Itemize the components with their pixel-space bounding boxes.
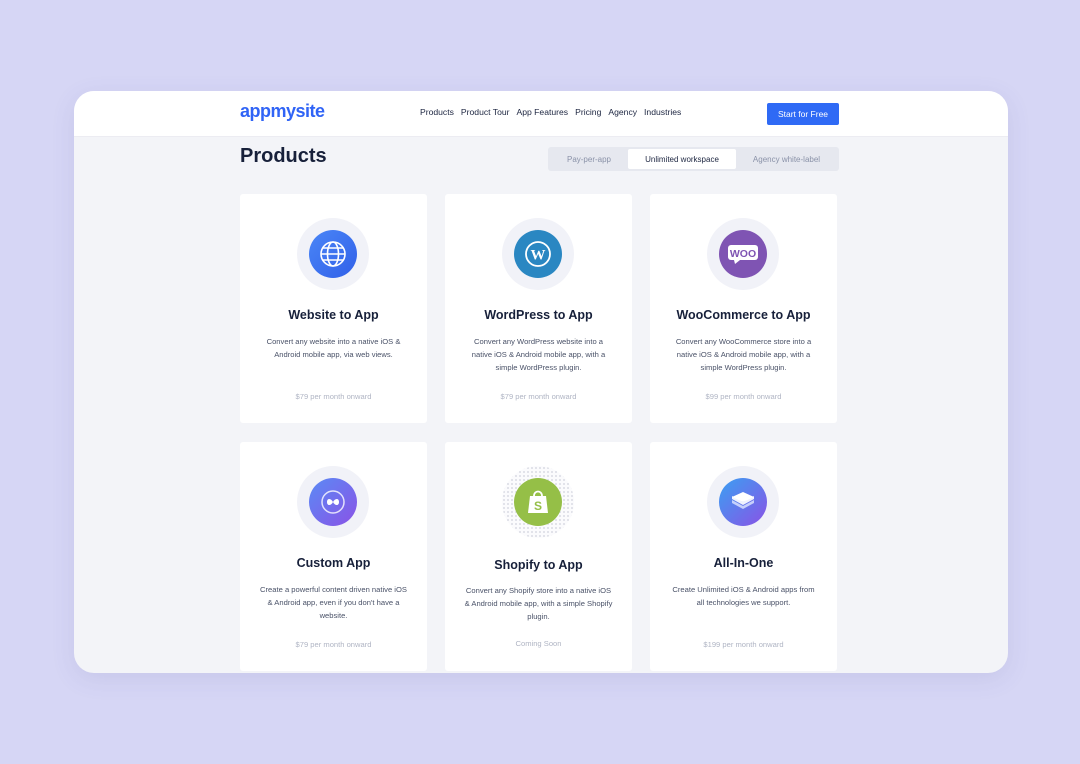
- svg-text:W: W: [531, 248, 546, 264]
- tab-unlimited-workspace[interactable]: Unlimited workspace: [628, 149, 736, 169]
- svg-text:S: S: [534, 499, 542, 513]
- nav-industries[interactable]: Industries: [644, 107, 681, 117]
- card-description: Convert any Shopify store into a native …: [464, 586, 613, 621]
- tab-pay-per-app[interactable]: Pay-per-app: [550, 149, 628, 169]
- product-card-custom-app[interactable]: Custom App Create a powerful content dri…: [240, 442, 427, 671]
- site-logo[interactable]: appmysite: [240, 101, 325, 122]
- product-card-website[interactable]: Website to App Convert any website into …: [240, 194, 427, 423]
- card-description: Convert any WordPress website into a nat…: [471, 337, 606, 372]
- card-title: Shopify to App: [494, 558, 583, 572]
- custom-app-icon: [309, 478, 357, 526]
- nav-products[interactable]: Products: [420, 107, 454, 117]
- icon-halo: [297, 218, 369, 290]
- site-header: appmysite Products Product Tour App Feat…: [74, 91, 1008, 137]
- wordpress-icon: W: [514, 230, 562, 278]
- icon-halo: [707, 466, 779, 538]
- nav-app-features[interactable]: App Features: [517, 107, 569, 117]
- card-description: Create a powerful content driven native …: [260, 585, 407, 620]
- card-price: $79 per month onward: [295, 640, 372, 649]
- plan-tabs: Pay-per-app Unlimited workspace Agency w…: [548, 147, 839, 171]
- svg-text:WOO: WOO: [730, 248, 756, 260]
- card-price: $199 per month onward: [703, 640, 784, 649]
- shopify-icon: S: [514, 478, 562, 526]
- card-title: All-In-One: [713, 556, 774, 570]
- product-card-wordpress[interactable]: W WordPress to App Convert any WordPress…: [445, 194, 632, 423]
- card-price: $79 per month onward: [500, 392, 577, 401]
- nav-product-tour[interactable]: Product Tour: [461, 107, 510, 117]
- card-price: $99 per month onward: [705, 392, 782, 401]
- start-free-button[interactable]: Start for Free: [767, 103, 839, 125]
- page-title: Products: [240, 145, 327, 167]
- card-title: Custom App: [296, 556, 371, 570]
- nav-agency[interactable]: Agency: [608, 107, 637, 117]
- woocommerce-icon: WOO: [719, 230, 767, 278]
- icon-halo: WOO: [707, 218, 779, 290]
- card-price: $79 per month onward: [295, 392, 372, 401]
- main-nav: Products Product Tour App Features Prici…: [420, 107, 688, 117]
- card-title: Website to App: [288, 308, 379, 322]
- card-title: WordPress to App: [484, 308, 593, 322]
- icon-halo: W: [502, 218, 574, 290]
- icon-halo: S: [502, 466, 574, 538]
- browser-window: appmysite Products Product Tour App Feat…: [74, 91, 1008, 673]
- nav-pricing[interactable]: Pricing: [575, 107, 601, 117]
- card-description: Create Unlimited iOS & Android apps from…: [672, 585, 815, 607]
- globe-icon: [309, 230, 357, 278]
- card-description: Convert any WooCommerce store into a nat…: [675, 337, 812, 372]
- icon-halo: [297, 466, 369, 538]
- card-title: WooCommerce to App: [676, 308, 811, 322]
- tab-agency-white-label[interactable]: Agency white-label: [736, 149, 837, 169]
- layers-icon: [719, 478, 767, 526]
- product-card-woocommerce[interactable]: WOO WooCommerce to App Convert any WooCo…: [650, 194, 837, 423]
- product-card-shopify[interactable]: S Shopify to App Convert any Shopify sto…: [445, 442, 632, 671]
- product-card-all-in-one[interactable]: All-In-One Create Unlimited iOS & Androi…: [650, 442, 837, 671]
- card-description: Convert any website into a native iOS & …: [266, 337, 401, 359]
- card-price: Coming Soon: [515, 639, 562, 648]
